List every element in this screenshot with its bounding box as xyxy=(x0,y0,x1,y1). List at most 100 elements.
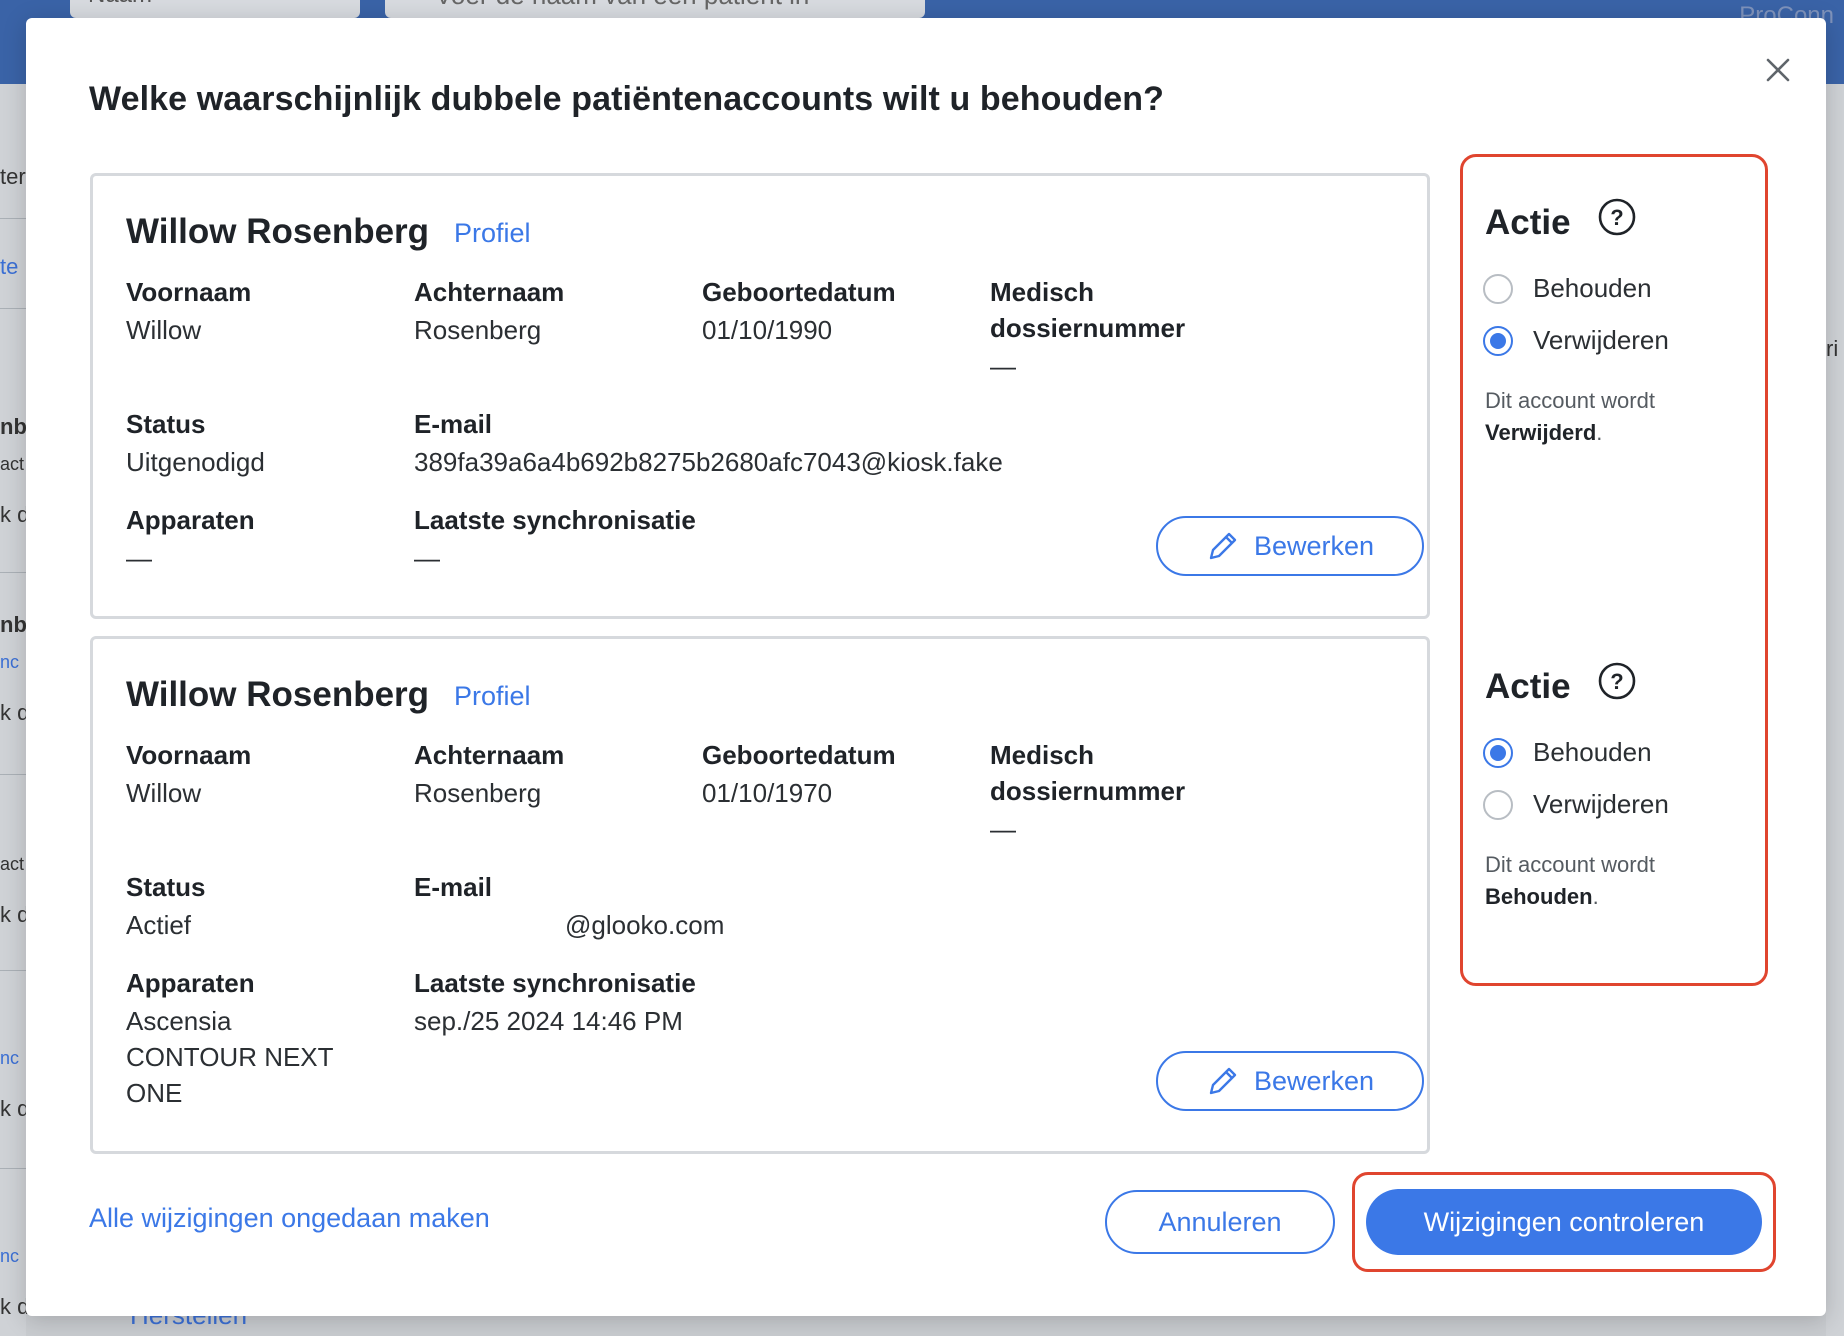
background-divider xyxy=(0,572,26,573)
background-fragment: nb xyxy=(0,612,27,637)
background-fragment: act xyxy=(0,454,25,474)
last-sync-value: sep./25 2024 14:46 PM xyxy=(414,1006,683,1036)
radio-delete-account-1[interactable]: Verwijderen xyxy=(1483,325,1669,356)
action-note-result: Verwijderd xyxy=(1485,420,1597,445)
background-divider xyxy=(0,774,26,775)
action-note-result: Behouden xyxy=(1485,884,1593,909)
last-sync-label: Laatste synchronisatie xyxy=(414,968,696,998)
background-fragment: nc xyxy=(0,1048,20,1068)
action-note-account-1: Dit account wordt Verwijderd. xyxy=(1485,388,1655,445)
email-label: E-mail xyxy=(414,872,493,902)
background-fragment: nc xyxy=(0,1246,20,1266)
edit-button[interactable]: Bewerken xyxy=(1156,1051,1424,1111)
radio-keep-account-2[interactable]: Behouden xyxy=(1483,737,1652,768)
profile-link[interactable]: Profiel xyxy=(454,681,531,712)
birth-date-value: 01/10/1990 xyxy=(702,315,833,345)
background-fragment: te xyxy=(0,254,19,279)
undo-all-changes-link[interactable]: Alle wijzigingen ongedaan maken xyxy=(89,1203,490,1234)
action-note-prefix: Dit account wordt xyxy=(1485,388,1655,413)
close-icon xyxy=(1766,58,1790,82)
devices-value-line2: CONTOUR NEXT xyxy=(126,1042,334,1072)
last-name-label: Achternaam xyxy=(414,277,565,307)
background-fragment: nb xyxy=(0,414,27,439)
background-fragment: ri xyxy=(1826,336,1839,361)
mrn-label-line2: dossiernummer xyxy=(990,313,1186,343)
merge-duplicates-modal: Welke waarschijnlijk dubbele patiëntenac… xyxy=(26,18,1826,1316)
birth-date-label: Geboortedatum xyxy=(702,740,896,770)
email-label: E-mail xyxy=(414,409,493,439)
background-fragment: ter xyxy=(0,164,26,189)
devices-label: Apparaten xyxy=(126,505,255,535)
pencil-icon xyxy=(1209,532,1237,560)
action-title: Actie xyxy=(1485,203,1571,242)
first-name-label: Voornaam xyxy=(126,740,252,770)
first-name-label: Voornaam xyxy=(126,277,252,307)
radio-label: Behouden xyxy=(1533,273,1652,303)
mrn-label-line1: Medisch xyxy=(990,277,1095,307)
close-button[interactable] xyxy=(1760,52,1796,88)
devices-value-line3: ONE xyxy=(126,1078,183,1108)
pencil-icon xyxy=(1209,1067,1237,1095)
devices-label: Apparaten xyxy=(126,968,255,998)
background-fragment: k d xyxy=(0,502,30,527)
mrn-label-line1: Medisch xyxy=(990,740,1095,770)
birth-date-value: 01/10/1970 xyxy=(702,778,833,808)
edit-button[interactable]: Bewerken xyxy=(1156,516,1424,576)
profile-link[interactable]: Profiel xyxy=(454,218,531,249)
radio-label: Verwijderen xyxy=(1533,789,1669,819)
mrn-label-line2: dossiernummer xyxy=(990,776,1186,806)
background-fragment: act xyxy=(0,854,25,874)
modal-title: Welke waarschijnlijk dubbele patiëntenac… xyxy=(89,80,1164,118)
review-changes-button[interactable]: Wijzigingen controleren xyxy=(1366,1189,1762,1255)
help-icon[interactable]: ? xyxy=(1597,661,1637,701)
help-icon[interactable]: ? xyxy=(1597,197,1637,237)
action-note-prefix: Dit account wordt xyxy=(1485,852,1655,877)
svg-text:?: ? xyxy=(1610,669,1623,694)
edit-button-label: Bewerken xyxy=(1253,530,1375,561)
background-search-type-select: Naam xyxy=(70,0,360,18)
background-divider xyxy=(0,308,26,309)
status-value: Uitgenodigd xyxy=(126,447,265,477)
radio-button-selected[interactable] xyxy=(1483,737,1513,768)
account-name: Willow Rosenberg xyxy=(126,675,430,714)
last-name-value: Rosenberg xyxy=(414,778,542,808)
status-label: Status xyxy=(126,872,206,902)
cancel-button[interactable]: Annuleren xyxy=(1105,1190,1335,1254)
last-sync-value: — xyxy=(414,543,440,573)
radio-keep-account-1[interactable]: Behouden xyxy=(1483,273,1652,304)
last-sync-label: Laatste synchronisatie xyxy=(414,505,696,535)
account-card-1: Willow Rosenberg Profiel Voornaam Willow… xyxy=(90,173,1430,619)
email-value: 389fa39a6a4b692b8275b2680afc7043@kiosk.f… xyxy=(414,447,1003,477)
status-value: Actief xyxy=(126,910,192,940)
mrn-value: — xyxy=(990,814,1016,844)
first-name-value: Willow xyxy=(126,315,202,345)
background-right-list: ri xyxy=(1826,84,1844,1336)
background-fragment: k d xyxy=(0,1096,30,1121)
radio-button-selected[interactable] xyxy=(1483,325,1513,356)
action-panel: Actie ? Behouden Verwijderen Dit account… xyxy=(1460,154,1768,986)
radio-button[interactable] xyxy=(1483,789,1513,820)
background-divider xyxy=(0,970,26,971)
background-fragment: nc xyxy=(0,652,20,672)
action-note-account-2: Dit account wordt Behouden. xyxy=(1485,852,1655,909)
background-left-list: ter te nb act k d nb nc k d act k d nc k… xyxy=(0,84,30,1336)
account-card-2: Willow Rosenberg Profiel Voornaam Willow… xyxy=(90,636,1430,1154)
background-fragment: k d xyxy=(0,902,30,927)
birth-date-label: Geboortedatum xyxy=(702,277,896,307)
last-name-value: Rosenberg xyxy=(414,315,542,345)
devices-value: — xyxy=(126,543,152,573)
status-label: Status xyxy=(126,409,206,439)
mrn-value: — xyxy=(990,351,1016,381)
email-value: @glooko.com xyxy=(565,910,725,940)
account-name: Willow Rosenberg xyxy=(126,212,430,251)
radio-button[interactable] xyxy=(1483,273,1513,304)
action-title: Actie xyxy=(1485,667,1571,706)
edit-button-label: Bewerken xyxy=(1253,1065,1375,1096)
background-divider xyxy=(0,1168,26,1169)
last-name-label: Achternaam xyxy=(414,740,565,770)
first-name-value: Willow xyxy=(126,778,202,808)
background-search-input: Voer de naam van een patiënt in xyxy=(385,0,925,18)
radio-delete-account-2[interactable]: Verwijderen xyxy=(1483,789,1669,820)
devices-value-line1: Ascensia xyxy=(126,1006,232,1036)
background-divider xyxy=(0,218,26,219)
